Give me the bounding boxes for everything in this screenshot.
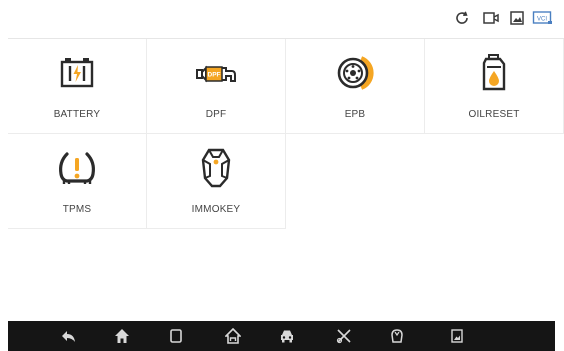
vehicle-home-icon[interactable] [225, 328, 241, 344]
oil-can-icon [482, 54, 506, 91]
immo-key-icon [201, 148, 231, 188]
vci-status-icon[interactable]: VCI [532, 10, 554, 26]
tile-label: EPB [344, 109, 366, 120]
tile-epb[interactable]: EPB [286, 39, 425, 134]
tile-tpms[interactable]: TPMS [8, 134, 147, 229]
dpf-icon-text: DPF [208, 72, 221, 79]
fingerprint-icon[interactable] [389, 328, 405, 344]
tpms-icon [59, 152, 95, 184]
home-icon[interactable] [114, 328, 130, 344]
bottom-navbar [8, 321, 555, 351]
tile-label: DPF [205, 109, 227, 120]
car-icon[interactable] [279, 328, 295, 344]
dpf-icon: DPF [196, 65, 236, 83]
gallery-icon[interactable] [449, 328, 465, 344]
tile-dpf[interactable]: DPF DPF [147, 39, 286, 134]
tile-oilreset[interactable]: OILRESET [425, 39, 564, 134]
back-icon[interactable] [61, 328, 77, 344]
tile-immokey[interactable]: IMMOKEY [147, 134, 286, 229]
vci-label: VCI [537, 17, 547, 23]
recent-apps-icon[interactable] [168, 328, 184, 344]
function-grid: BATTERY DPF DPF EPB OILRESET TPMS IMMOKE… [8, 38, 564, 229]
epb-brake-icon [337, 56, 374, 90]
video-record-icon[interactable] [482, 10, 500, 26]
screenshot-icon[interactable] [508, 10, 526, 26]
tile-battery[interactable]: BATTERY [8, 39, 147, 134]
tile-label: OILRESET [468, 109, 520, 120]
top-toolbar: VCI [0, 0, 564, 36]
tile-label: BATTERY [53, 109, 101, 120]
battery-icon [60, 58, 94, 88]
tools-icon[interactable] [336, 328, 352, 344]
refresh-icon[interactable] [453, 10, 471, 26]
tile-label: TPMS [62, 204, 92, 215]
tile-label: IMMOKEY [191, 204, 241, 215]
